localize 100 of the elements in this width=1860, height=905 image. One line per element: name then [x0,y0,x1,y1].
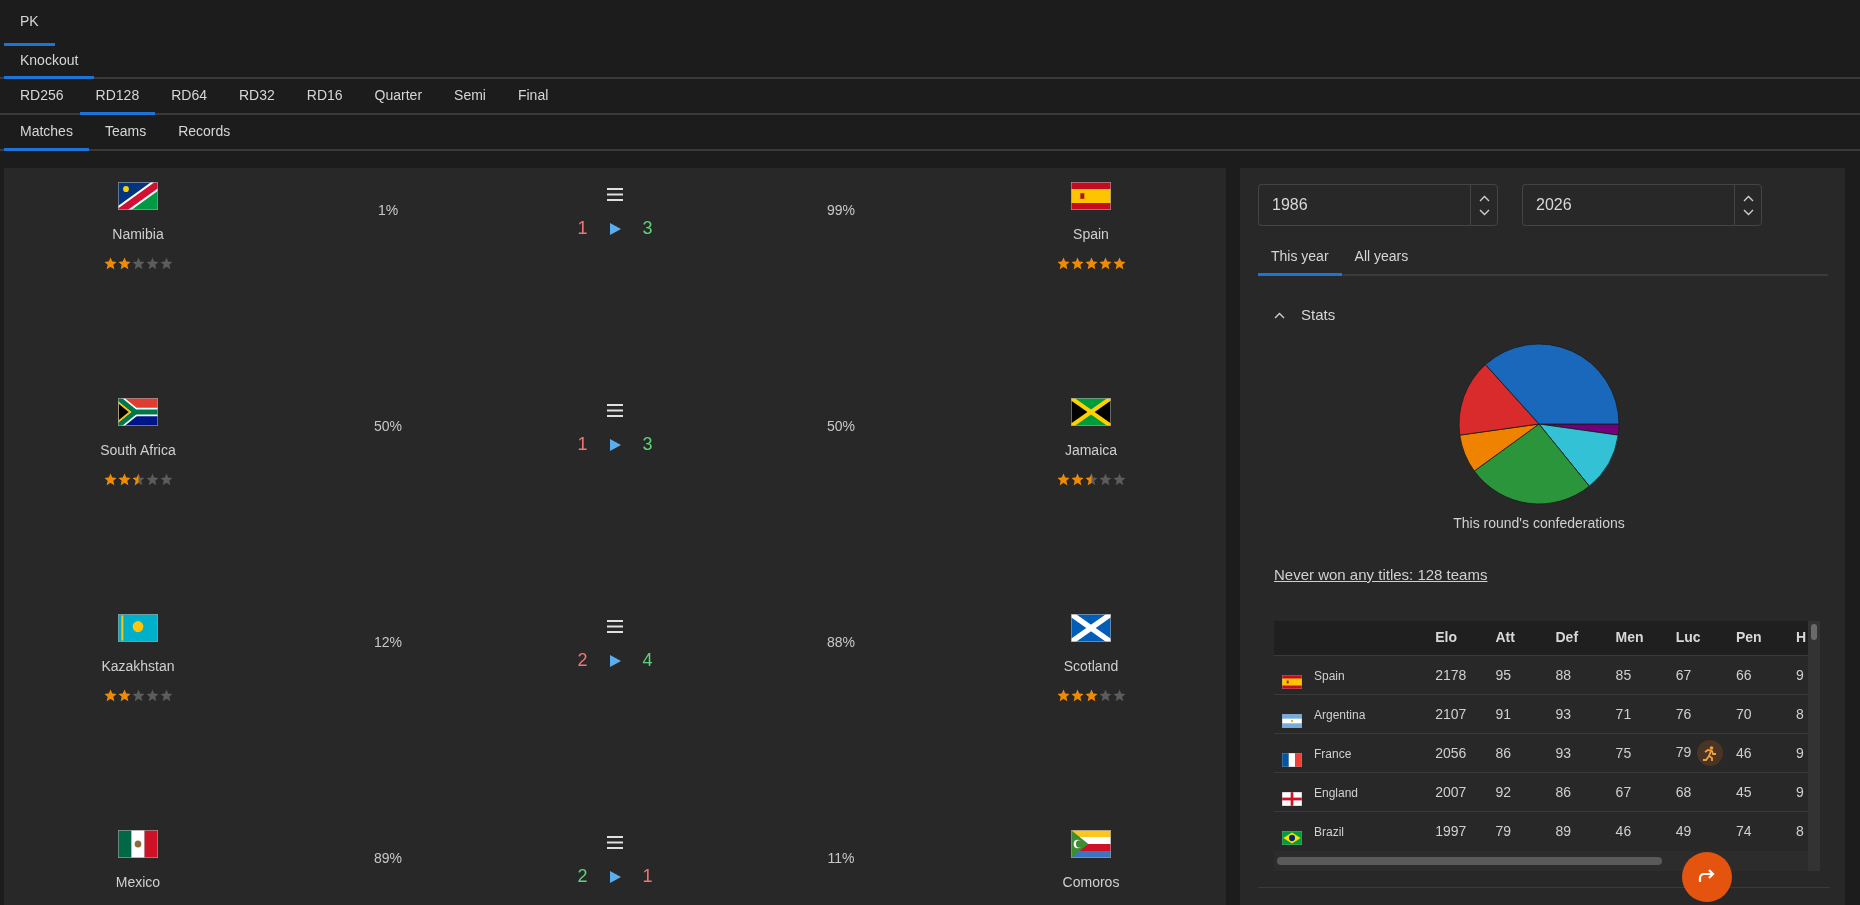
table-cell: 8 [1796,705,1804,722]
chevron-down-icon[interactable] [1742,208,1754,216]
flag-icon [1071,182,1111,210]
column-header[interactable]: Def [1555,629,1579,646]
chevron-up-icon[interactable] [1274,311,1285,319]
column-header[interactable]: Elo [1435,629,1458,646]
team-name: Jamaica [1064,441,1118,460]
table-cell: 75 [1615,744,1632,761]
year-field[interactable]: 2026 [1522,184,1734,226]
star-icon [117,689,131,702]
star-icon [1070,689,1084,702]
stepper[interactable] [1734,184,1762,226]
star-icon [145,689,159,702]
team-name: Namibia [112,225,164,244]
table-cell: 2107 [1435,705,1467,722]
stepper[interactable] [1470,184,1498,226]
chevron-up-icon[interactable] [1478,194,1490,202]
tab[interactable]: Final [501,79,565,115]
star-icon [1084,689,1098,702]
star-icon [145,473,159,486]
table-cell: 67 [1615,783,1632,800]
win-chance: 1% [377,201,399,220]
table-cell: 74 [1735,822,1752,839]
menu-icon[interactable] [607,620,623,633]
team-name: England [1314,784,1359,802]
menu-icon[interactable] [607,836,623,849]
flag-icon [1071,614,1111,642]
tab[interactable]: RD32 [223,79,291,115]
star-icon [1056,689,1070,702]
year-field[interactable]: 1986 [1258,184,1470,226]
tab[interactable]: Records [162,115,247,151]
flag-icon [1282,674,1302,689]
tab[interactable]: This year [1258,240,1342,276]
chevron-up-icon[interactable] [1742,194,1754,202]
flag-icon [1071,398,1111,426]
tab[interactable]: Teams [88,115,163,151]
titles-link[interactable]: Never won any titles: 128 teams [1274,563,1488,586]
flag-icon [1071,830,1111,858]
star-icon [145,257,159,270]
star-icon [159,689,173,702]
curved-arrow-icon [1697,869,1717,885]
tab[interactable]: RD256 [4,79,80,115]
score: 4 [642,649,653,672]
team-name: Spain [1314,667,1345,685]
table-cell: 93 [1555,705,1572,722]
win-chance: 89% [374,849,402,868]
menu-icon[interactable] [607,188,623,201]
star-icon [1112,257,1126,270]
win-chance: 12% [374,633,402,652]
table-cell: 45 [1735,783,1752,800]
table-cell: 71 [1615,705,1632,722]
play-button[interactable] [609,438,621,451]
table-cell: 79 [1495,822,1511,839]
tab[interactable]: Quarter [358,79,439,115]
table-cell: 1997 [1435,822,1467,839]
horizontal-scrollbar[interactable] [1277,856,1662,865]
score: 2 [577,865,588,888]
star-icon [1112,473,1126,486]
chevron-down-icon[interactable] [1478,208,1490,216]
score: 1 [577,217,588,240]
play-button[interactable] [609,870,621,883]
table-cell: 85 [1615,666,1632,683]
tab[interactable]: All years [1341,240,1422,276]
tab[interactable]: RD64 [155,79,223,115]
star-icon [103,257,117,270]
table-cell: 2178 [1435,666,1467,683]
star-icon [117,257,131,270]
flag-icon [1282,752,1302,767]
table-cell: 67 [1675,666,1692,683]
play-button[interactable] [609,654,621,667]
play-button[interactable] [609,222,621,235]
tab[interactable]: RD128 [79,79,156,115]
team-name: Mexico [115,873,161,892]
vertical-scrollbar[interactable] [1811,623,1818,640]
tab[interactable]: Semi [438,79,502,115]
star-icon [103,689,117,702]
star-icon [1112,689,1126,702]
score: 1 [642,865,653,888]
tab[interactable]: RD16 [290,79,359,115]
table-cell: 92 [1495,783,1511,800]
column-header[interactable]: Att [1495,629,1515,646]
menu-icon[interactable] [607,404,623,417]
running-person-icon[interactable] [1697,740,1724,766]
win-chance: 99% [827,201,855,220]
score: 3 [642,217,653,240]
table-cell: 2007 [1435,783,1467,800]
star-icon [1070,257,1084,270]
tab[interactable]: PK [4,0,55,46]
table-cell: 93 [1555,744,1572,761]
team-name: Argentina [1314,706,1366,724]
tab[interactable]: Matches [4,115,89,151]
star-icon [117,473,131,486]
table-cell: 66 [1735,666,1752,683]
star-icon [131,257,145,270]
tab[interactable]: Knockout [4,44,95,79]
table-cell: 91 [1495,705,1511,722]
star-icon [159,257,173,270]
flag-icon [118,830,158,858]
win-chance: 50% [827,417,855,436]
star-icon [1056,257,1070,270]
